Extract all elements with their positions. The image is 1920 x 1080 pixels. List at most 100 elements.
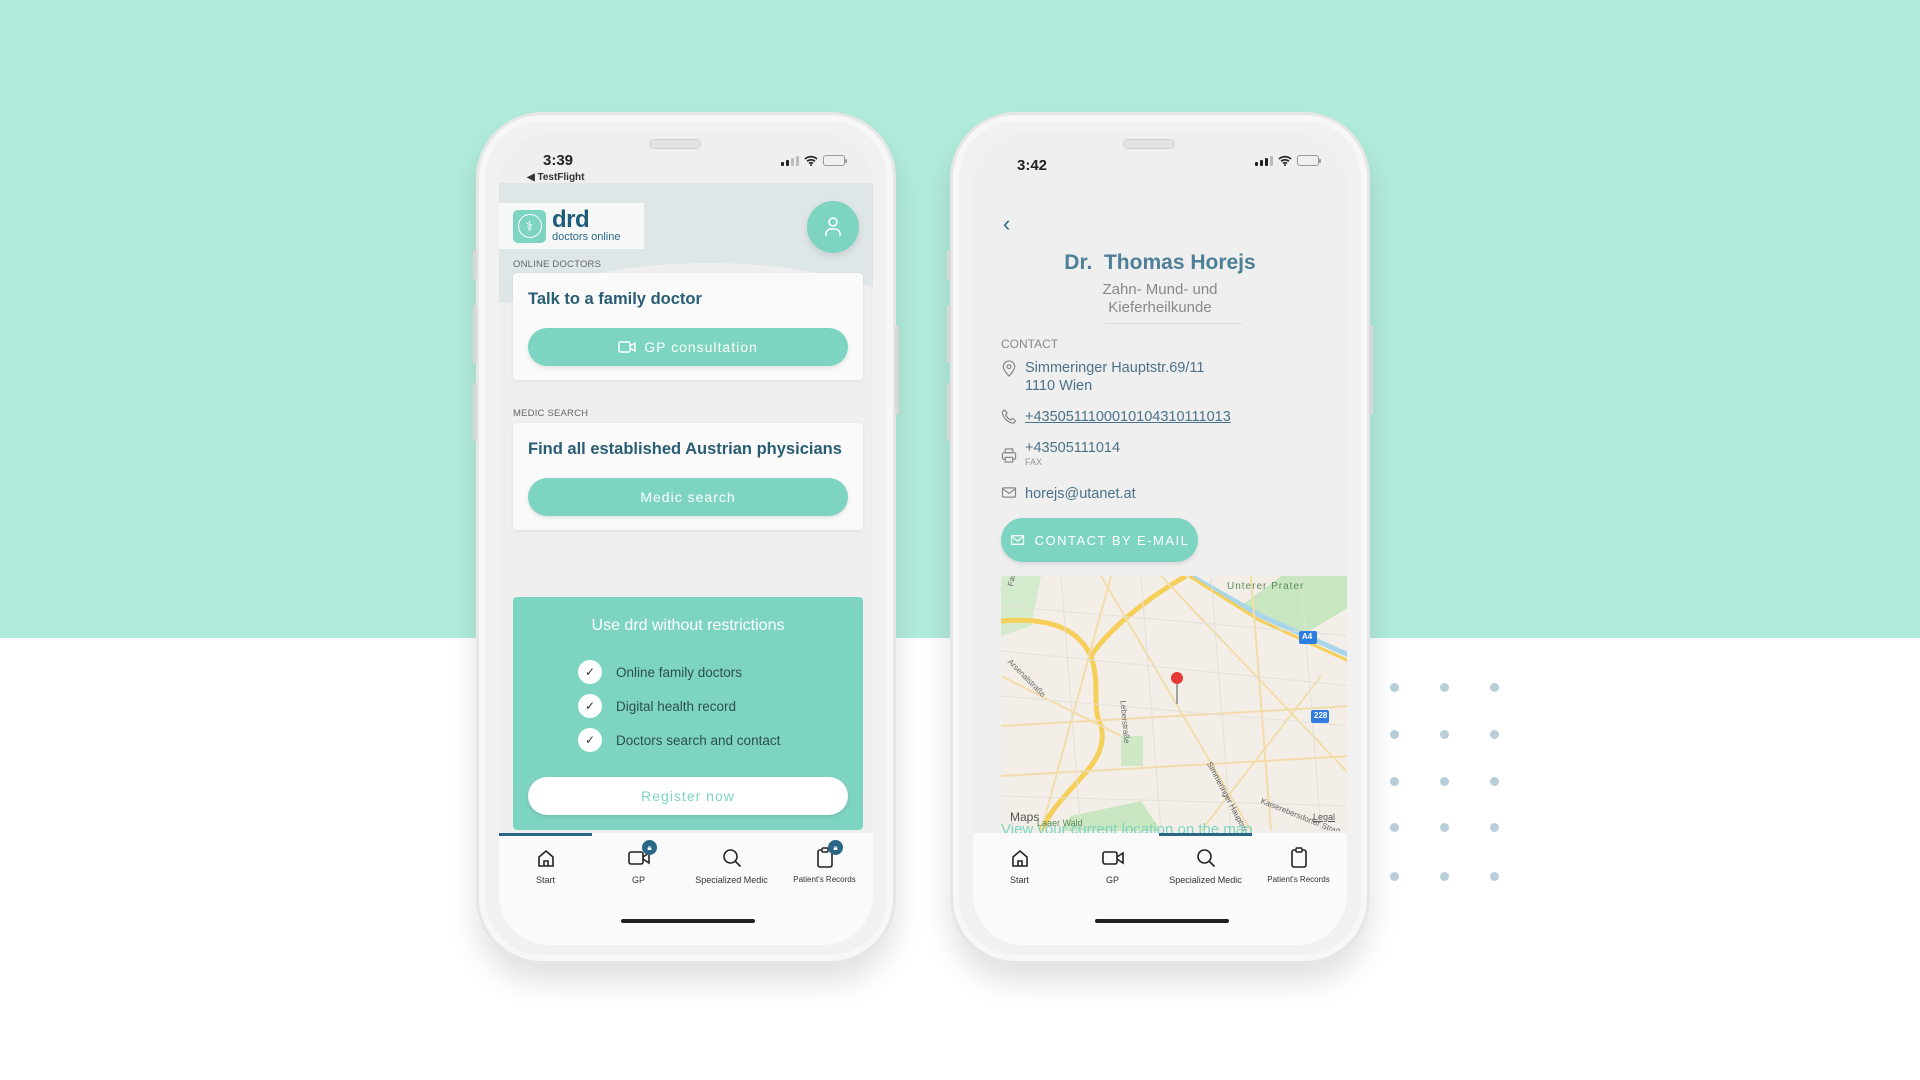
home-indicator[interactable] bbox=[1095, 919, 1229, 923]
checkmark-icon: ✓ bbox=[578, 694, 602, 718]
lock-icon: 🔒︎ bbox=[828, 840, 843, 855]
mail-icon bbox=[1001, 487, 1017, 498]
user-icon bbox=[825, 217, 841, 236]
checkmark-icon: ✓ bbox=[578, 660, 602, 684]
dot bbox=[1440, 777, 1449, 786]
map-label: Unterer Prater bbox=[1227, 581, 1305, 592]
specialty-line: Zahn- Mund- und bbox=[1102, 281, 1218, 298]
doctor-fullname: Thomas Horejs bbox=[1103, 251, 1256, 274]
tab-patients-records[interactable]: 🔒︎ Patient's Records bbox=[778, 840, 871, 884]
phone-side-button bbox=[473, 250, 477, 280]
address-line: Simmeringer Hauptstr.69/11 bbox=[1025, 360, 1205, 376]
email-address[interactable]: horejs@utanet.at bbox=[1025, 485, 1136, 503]
dot bbox=[1490, 777, 1499, 786]
logo-tagline: doctors online bbox=[552, 231, 621, 243]
phone-speaker bbox=[649, 139, 701, 149]
tab-label: Patient's Records bbox=[793, 875, 856, 884]
bottom-tab-bar: Start 🔒︎ GP Specialized Medic 🔒︎ Patient… bbox=[499, 833, 873, 945]
dot bbox=[1440, 730, 1449, 739]
search-icon bbox=[1196, 849, 1215, 868]
status-icons bbox=[781, 155, 847, 166]
mail-icon bbox=[1010, 535, 1024, 545]
wifi-icon bbox=[804, 155, 818, 166]
signal-icon bbox=[1255, 155, 1273, 166]
tab-gp[interactable]: GP bbox=[1066, 845, 1159, 885]
feature-label: Online family doctors bbox=[616, 664, 743, 680]
chevron-left-icon: ‹ bbox=[1003, 211, 1011, 236]
fax-number: +43505111014 bbox=[1025, 440, 1121, 456]
dot bbox=[1490, 823, 1499, 832]
dot bbox=[1490, 872, 1499, 881]
card-medic-search: Find all established Austrian physicians… bbox=[513, 423, 863, 530]
tab-start[interactable]: Start bbox=[973, 845, 1066, 885]
checkmark-icon: ✓ bbox=[578, 728, 602, 752]
map-view[interactable]: Unterer Prater Arsenalstraße Leberstraße… bbox=[1001, 576, 1347, 831]
home-icon bbox=[1011, 849, 1028, 867]
location-pin-icon bbox=[1002, 360, 1016, 377]
tab-label: Specialized Medic bbox=[695, 875, 768, 885]
feature-list: ✓ Online family doctors ✓ Digital health r… bbox=[578, 655, 780, 757]
lock-icon: 🔒︎ bbox=[642, 840, 657, 855]
dot bbox=[1440, 823, 1449, 832]
tab-label: GP bbox=[1105, 875, 1119, 885]
tab-specialized-medic[interactable]: Specialized Medic bbox=[685, 845, 778, 885]
printer-icon bbox=[1001, 448, 1017, 463]
search-icon bbox=[722, 849, 741, 868]
tab-specialized-medic[interactable]: Specialized Medic bbox=[1159, 845, 1252, 885]
home-icon bbox=[537, 849, 554, 867]
phone-speaker bbox=[1123, 139, 1175, 149]
battery-icon bbox=[823, 155, 847, 166]
home-indicator[interactable] bbox=[621, 919, 755, 923]
promo-title: Use drd without restrictions bbox=[591, 617, 785, 634]
status-icons bbox=[1255, 155, 1321, 166]
address-line: 1110 Wien bbox=[1025, 378, 1093, 394]
tab-patients-records[interactable]: Patient's Records bbox=[1252, 845, 1345, 884]
profile-button[interactable] bbox=[807, 201, 859, 253]
divider bbox=[1105, 323, 1242, 324]
gp-consultation-button[interactable]: GP consultation bbox=[528, 328, 848, 366]
video-camera-icon bbox=[1101, 851, 1124, 865]
dot bbox=[1490, 683, 1499, 692]
address-row: Simmeringer Hauptstr.69/11 1110 Wien bbox=[1001, 359, 1204, 395]
active-tab-indicator bbox=[1159, 833, 1252, 836]
active-tab-indicator bbox=[499, 833, 592, 836]
doctor-specialty: Zahn- Mund- und Kieferheilkunde bbox=[973, 281, 1347, 317]
dot bbox=[1390, 872, 1399, 881]
contact-by-email-button[interactable]: CONTACT BY E-MAIL bbox=[1001, 518, 1198, 562]
dot bbox=[1390, 730, 1399, 739]
section-label-medic-search: MEDIC SEARCH bbox=[513, 408, 589, 419]
tab-label: Patient's Records bbox=[1267, 875, 1330, 884]
card-title: Find all established Austrian physicians bbox=[528, 440, 842, 458]
tab-label: Specialized Medic bbox=[1169, 875, 1242, 885]
feature-label: Digital health record bbox=[616, 698, 737, 714]
tab-label: GP bbox=[631, 875, 645, 885]
tab-start[interactable]: Start bbox=[499, 845, 592, 885]
phone-side-button bbox=[947, 305, 951, 363]
back-button[interactable]: ‹ bbox=[1003, 211, 1010, 237]
button-label: Medic search bbox=[640, 489, 736, 505]
feature-item: ✓ Digital health record bbox=[578, 689, 780, 723]
doctor-detail-screen: 3:42 ‹ Dr. Thomas Horejs Zahn- Mund- und… bbox=[973, 133, 1347, 945]
phone-side-button bbox=[947, 383, 951, 441]
tab-label: Start bbox=[535, 875, 555, 885]
register-now-button[interactable]: Register now bbox=[528, 777, 848, 815]
battery-icon bbox=[1297, 155, 1321, 166]
tab-label: Start bbox=[1009, 875, 1029, 885]
phone-link[interactable]: +4350511100010104310111013 bbox=[1025, 408, 1231, 426]
dot bbox=[1440, 683, 1449, 692]
legal-link[interactable]: Legal bbox=[1313, 812, 1335, 822]
drd-logo: ⚕ drd doctors online bbox=[499, 203, 644, 249]
button-label: CONTACT BY E-MAIL bbox=[1034, 532, 1190, 548]
back-to-app-link[interactable]: ◀ TestFlight bbox=[527, 172, 585, 183]
dot bbox=[1390, 777, 1399, 786]
clipboard-icon bbox=[1290, 847, 1307, 868]
road-shield: 228 bbox=[1314, 711, 1328, 720]
map-tiles bbox=[1001, 576, 1347, 831]
card-title: Talk to a family doctor bbox=[528, 290, 702, 308]
medic-search-button[interactable]: Medic search bbox=[528, 478, 848, 516]
home-screen: 3:39 ◀ TestFlight ⚕ drd doctors online O… bbox=[499, 133, 873, 945]
tab-gp[interactable]: 🔒︎ GP bbox=[592, 840, 685, 885]
dot bbox=[1490, 730, 1499, 739]
logo-name: drd bbox=[552, 206, 590, 233]
phone-left: 3:39 ◀ TestFlight ⚕ drd doctors online O… bbox=[473, 112, 899, 964]
